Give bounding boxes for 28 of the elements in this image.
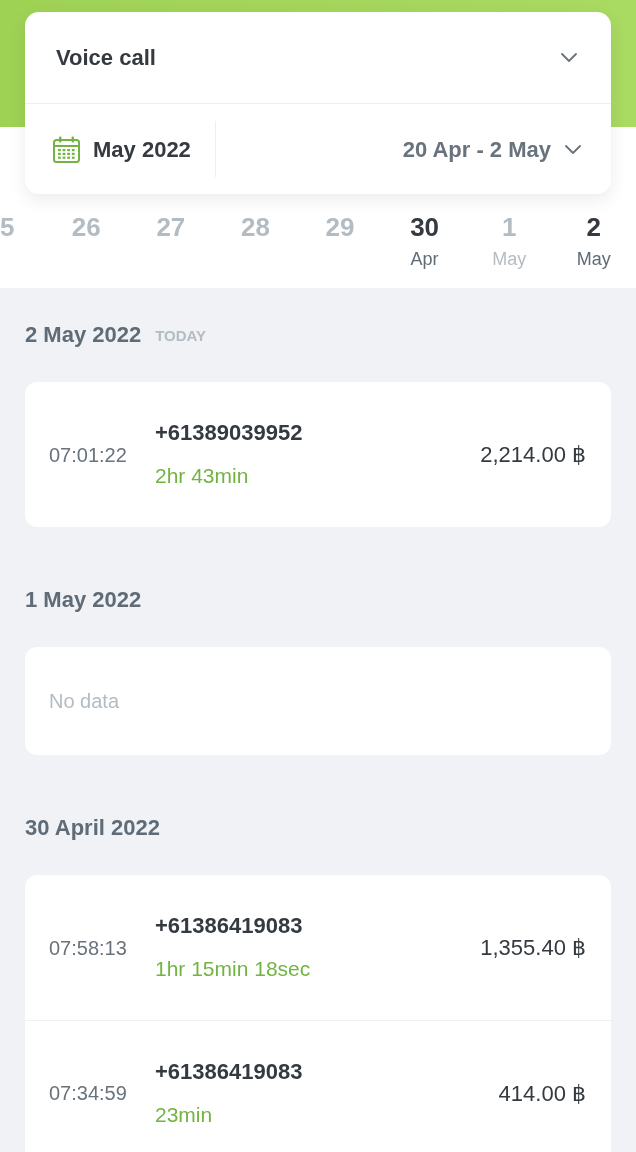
call-row[interactable]: 07:01:22 +61389039952 2hr 43min 2,214.00 ฿ xyxy=(25,382,611,527)
no-data-text: No data xyxy=(49,689,120,714)
chevron-down-icon xyxy=(561,53,577,62)
call-duration: 1hr 15min 18sec xyxy=(155,956,311,982)
call-time: 07:01:22 xyxy=(49,442,128,468)
call-row[interactable]: 07:34:59 +61386419083 23min 414.00 ฿ xyxy=(25,1020,611,1152)
call-duration: 23min xyxy=(155,1101,213,1128)
call-row[interactable]: 07:58:13 +61386419083 1hr 15min 18sec 1,355.40 ฿ xyxy=(25,875,611,1020)
call-type-select[interactable]: Voice call xyxy=(25,12,611,104)
calendar-icon xyxy=(53,135,80,163)
call-amount: 414.00 ฿ xyxy=(498,1079,586,1108)
date-item[interactable]: 30 Apr xyxy=(382,212,467,288)
date-range-select[interactable]: 20 Apr - 2 May xyxy=(402,132,611,166)
today-tag: TODAY xyxy=(155,324,207,348)
date-heading: 1 May 2022 xyxy=(25,585,142,614)
phone-number: +61386419083 xyxy=(155,1057,303,1086)
date-item[interactable]: 2 May xyxy=(551,212,636,288)
call-amount: 1,355.40 ฿ xyxy=(480,934,586,962)
phone-number: +61386419083 xyxy=(155,912,303,940)
month-picker[interactable]: May 2022 xyxy=(25,121,216,177)
phone-number: +61389039952 xyxy=(155,419,303,447)
date-heading: 30 April 2022 xyxy=(25,813,160,842)
call-duration: 2hr 43min xyxy=(155,463,249,489)
call-time: 07:58:13 xyxy=(49,935,128,961)
call-time: 07:34:59 xyxy=(49,1081,128,1106)
date-heading: 2 May 2022 xyxy=(25,320,142,349)
chevron-down-icon xyxy=(565,144,581,154)
call-amount: 2,214.00 ฿ xyxy=(480,441,586,469)
